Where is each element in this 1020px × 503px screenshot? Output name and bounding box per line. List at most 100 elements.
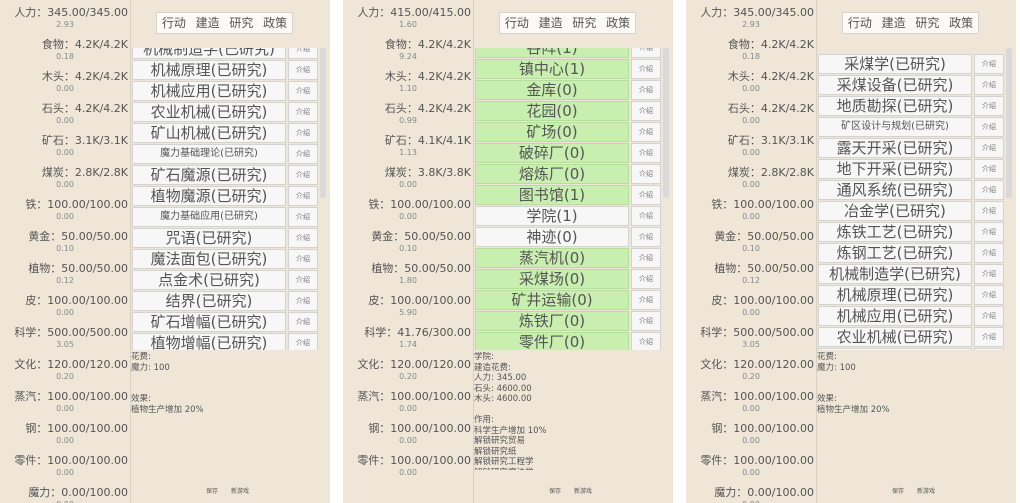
item-button[interactable]: 地下开采(已研究) bbox=[818, 159, 972, 179]
item-button[interactable]: 机械应用(已研究) bbox=[818, 306, 972, 326]
list-scrollbar[interactable] bbox=[320, 48, 326, 198]
tab-build[interactable]: 建造 bbox=[191, 13, 225, 33]
tab-research[interactable]: 研究 bbox=[568, 13, 602, 33]
item-button[interactable]: 植物魔源(已研究) bbox=[132, 186, 286, 206]
item-button[interactable]: 结界(已研究) bbox=[132, 291, 286, 311]
info-button[interactable]: 介绍 bbox=[288, 312, 318, 332]
item-button[interactable]: 矿山机械(已研究) bbox=[818, 348, 972, 350]
item-button[interactable]: 镇中心(1) bbox=[475, 59, 629, 79]
info-button[interactable]: 介绍 bbox=[288, 165, 318, 185]
item-button[interactable]: 魔力基础应用(已研究) bbox=[132, 207, 286, 227]
item-button[interactable]: 机械制造学(已研究) bbox=[818, 264, 972, 284]
save-button[interactable]: 保存 bbox=[886, 485, 910, 499]
tab-action[interactable]: 行动 bbox=[843, 13, 877, 33]
info-button[interactable]: 介绍 bbox=[974, 159, 1004, 179]
item-button[interactable]: 熔炼厂(0) bbox=[475, 164, 629, 184]
new-game-button[interactable]: 新游戏 bbox=[914, 485, 938, 499]
info-button[interactable]: 介绍 bbox=[288, 48, 318, 59]
item-button[interactable]: 零件厂(0) bbox=[475, 332, 629, 350]
info-button[interactable]: 介绍 bbox=[288, 123, 318, 143]
item-button[interactable]: 地质勘探(已研究) bbox=[818, 96, 972, 116]
item-button[interactable]: 露天开采(已研究) bbox=[818, 138, 972, 158]
item-button[interactable]: 金库(0) bbox=[475, 80, 629, 100]
item-button[interactable]: 神迹(0) bbox=[475, 227, 629, 247]
info-button[interactable]: 介绍 bbox=[974, 348, 1004, 350]
info-button[interactable]: 介绍 bbox=[974, 285, 1004, 305]
info-button[interactable]: 介绍 bbox=[974, 327, 1004, 347]
info-button[interactable]: 介绍 bbox=[974, 117, 1004, 137]
item-button[interactable]: 植物增幅(已研究) bbox=[132, 333, 286, 350]
item-button[interactable]: 矿石增幅(已研究) bbox=[132, 312, 286, 332]
item-button[interactable]: 蒸汽机(0) bbox=[475, 248, 629, 268]
item-button[interactable]: 学院(1) bbox=[475, 206, 629, 226]
item-button[interactable]: 矿场(0) bbox=[475, 122, 629, 142]
info-button[interactable]: 介绍 bbox=[631, 185, 661, 205]
info-button[interactable]: 介绍 bbox=[631, 143, 661, 163]
info-button[interactable]: 介绍 bbox=[974, 201, 1004, 221]
info-button[interactable]: 介绍 bbox=[974, 75, 1004, 95]
info-button[interactable]: 介绍 bbox=[288, 291, 318, 311]
tab-action[interactable]: 行动 bbox=[157, 13, 191, 33]
item-button[interactable]: 炼铁工艺(已研究) bbox=[818, 222, 972, 242]
info-button[interactable]: 介绍 bbox=[974, 306, 1004, 326]
item-button[interactable]: 矿区设计与规划(已研究) bbox=[818, 117, 972, 137]
tab-policy[interactable]: 政策 bbox=[944, 13, 978, 33]
item-button[interactable]: 魔法面包(已研究) bbox=[132, 249, 286, 269]
item-button[interactable]: 图书馆(1) bbox=[475, 185, 629, 205]
info-button[interactable]: 介绍 bbox=[288, 102, 318, 122]
item-button[interactable]: 魔力基础理论(已研究) bbox=[132, 144, 286, 164]
new-game-button[interactable]: 新游戏 bbox=[228, 485, 252, 499]
tab-action[interactable]: 行动 bbox=[500, 13, 534, 33]
item-button[interactable]: 农业机械(已研究) bbox=[132, 102, 286, 122]
item-button[interactable]: 点金术(已研究) bbox=[132, 270, 286, 290]
tab-build[interactable]: 建造 bbox=[534, 13, 568, 33]
info-button[interactable]: 介绍 bbox=[631, 269, 661, 289]
item-button[interactable]: 破碎厂(0) bbox=[475, 143, 629, 163]
item-button[interactable]: 炼钢工艺(已研究) bbox=[818, 243, 972, 263]
info-button[interactable]: 介绍 bbox=[631, 48, 661, 58]
item-button[interactable]: 矿石魔源(已研究) bbox=[132, 165, 286, 185]
info-button[interactable]: 介绍 bbox=[631, 248, 661, 268]
item-button[interactable]: 机械原理(已研究) bbox=[818, 285, 972, 305]
info-button[interactable]: 介绍 bbox=[974, 243, 1004, 263]
info-button[interactable]: 介绍 bbox=[631, 227, 661, 247]
info-button[interactable]: 介绍 bbox=[631, 80, 661, 100]
info-button[interactable]: 介绍 bbox=[631, 59, 661, 79]
info-button[interactable]: 介绍 bbox=[974, 54, 1004, 74]
tab-policy[interactable]: 政策 bbox=[601, 13, 635, 33]
info-button[interactable]: 介绍 bbox=[631, 206, 661, 226]
info-button[interactable]: 介绍 bbox=[974, 180, 1004, 200]
info-button[interactable]: 介绍 bbox=[631, 164, 661, 184]
save-button[interactable]: 保存 bbox=[200, 485, 224, 499]
item-button[interactable]: 机械原理(已研究) bbox=[132, 60, 286, 80]
info-button[interactable]: 介绍 bbox=[974, 264, 1004, 284]
item-button[interactable]: 机械制造学(已研究) bbox=[132, 48, 286, 59]
info-button[interactable]: 介绍 bbox=[288, 228, 318, 248]
info-button[interactable]: 介绍 bbox=[631, 290, 661, 310]
info-button[interactable]: 介绍 bbox=[631, 122, 661, 142]
info-button[interactable]: 介绍 bbox=[974, 222, 1004, 242]
tab-build[interactable]: 建造 bbox=[877, 13, 911, 33]
new-game-button[interactable]: 新游戏 bbox=[571, 485, 595, 499]
item-button[interactable]: 咒语(已研究) bbox=[132, 228, 286, 248]
info-button[interactable]: 介绍 bbox=[288, 249, 318, 269]
tab-research[interactable]: 研究 bbox=[911, 13, 945, 33]
item-button[interactable]: 采煤学(已研究) bbox=[818, 54, 972, 74]
info-button[interactable]: 介绍 bbox=[288, 333, 318, 350]
info-button[interactable]: 介绍 bbox=[631, 332, 661, 350]
item-button[interactable]: 花园(0) bbox=[475, 101, 629, 121]
info-button[interactable]: 介绍 bbox=[974, 138, 1004, 158]
info-button[interactable]: 介绍 bbox=[631, 101, 661, 121]
item-button[interactable]: 采煤场(0) bbox=[475, 269, 629, 289]
item-button[interactable]: 矿山机械(已研究) bbox=[132, 123, 286, 143]
info-button[interactable]: 介绍 bbox=[288, 186, 318, 206]
tab-research[interactable]: 研究 bbox=[225, 13, 259, 33]
item-button[interactable]: 炼铁厂(0) bbox=[475, 311, 629, 331]
item-button[interactable]: 通风系统(已研究) bbox=[818, 180, 972, 200]
tab-policy[interactable]: 政策 bbox=[258, 13, 292, 33]
info-button[interactable]: 介绍 bbox=[288, 81, 318, 101]
item-button[interactable]: 机械应用(已研究) bbox=[132, 81, 286, 101]
item-button[interactable]: 谷阵(1) bbox=[475, 48, 629, 58]
list-scrollbar[interactable] bbox=[663, 48, 669, 198]
list-scrollbar[interactable] bbox=[1006, 48, 1012, 198]
